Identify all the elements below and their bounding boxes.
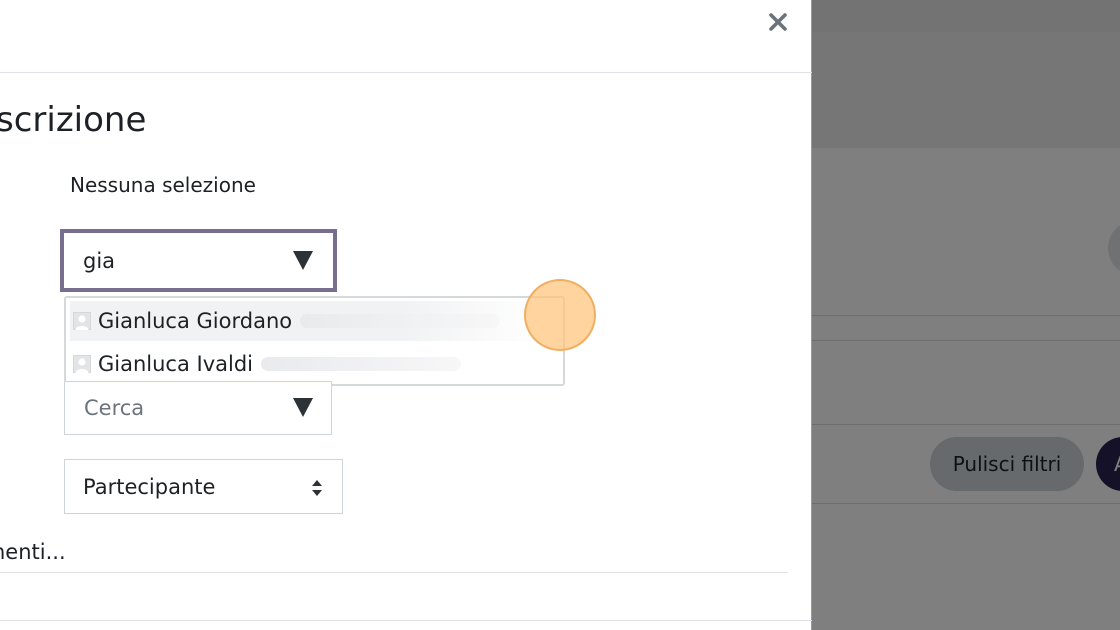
- redacted-email: [300, 314, 501, 328]
- triangle-down-icon[interactable]: [293, 251, 313, 270]
- triangle-down-icon[interactable]: [293, 398, 313, 417]
- click-indicator: [524, 279, 596, 351]
- cohort-search-field[interactable]: [64, 381, 332, 435]
- list-item[interactable]: Gianluca Ivaldi: [70, 344, 544, 384]
- sort-arrows-icon: [312, 480, 322, 496]
- enrol-users-modal: scrizione Nessuna selezione Gianluca Gio…: [0, 0, 812, 630]
- modal-footer-divider: [0, 620, 812, 621]
- redacted-email: [261, 357, 462, 371]
- user-suggestions-list: Gianluca Giordano Gianluca Ivaldi: [64, 296, 565, 386]
- show-more-link[interactable]: nenti...: [0, 540, 66, 564]
- role-select[interactable]: Partecipante: [64, 459, 343, 514]
- modal-header-divider: [0, 72, 812, 73]
- suggestion-name: Gianluca Ivaldi: [98, 352, 254, 376]
- cohort-search-input[interactable]: [65, 382, 294, 434]
- close-button[interactable]: [762, 6, 794, 38]
- section-divider: [0, 572, 788, 573]
- section-title: scrizione: [0, 100, 147, 140]
- suggestion-name: Gianluca Giordano: [98, 309, 293, 333]
- list-item[interactable]: Gianluca Giordano: [70, 301, 544, 341]
- role-select-value: Partecipante: [83, 474, 216, 499]
- user-avatar-icon: [73, 355, 91, 373]
- selection-status: Nessuna selezione: [70, 173, 256, 197]
- user-avatar-icon: [73, 312, 91, 330]
- user-search-field[interactable]: [60, 229, 337, 292]
- close-icon: [769, 13, 787, 31]
- user-search-input[interactable]: [64, 233, 303, 288]
